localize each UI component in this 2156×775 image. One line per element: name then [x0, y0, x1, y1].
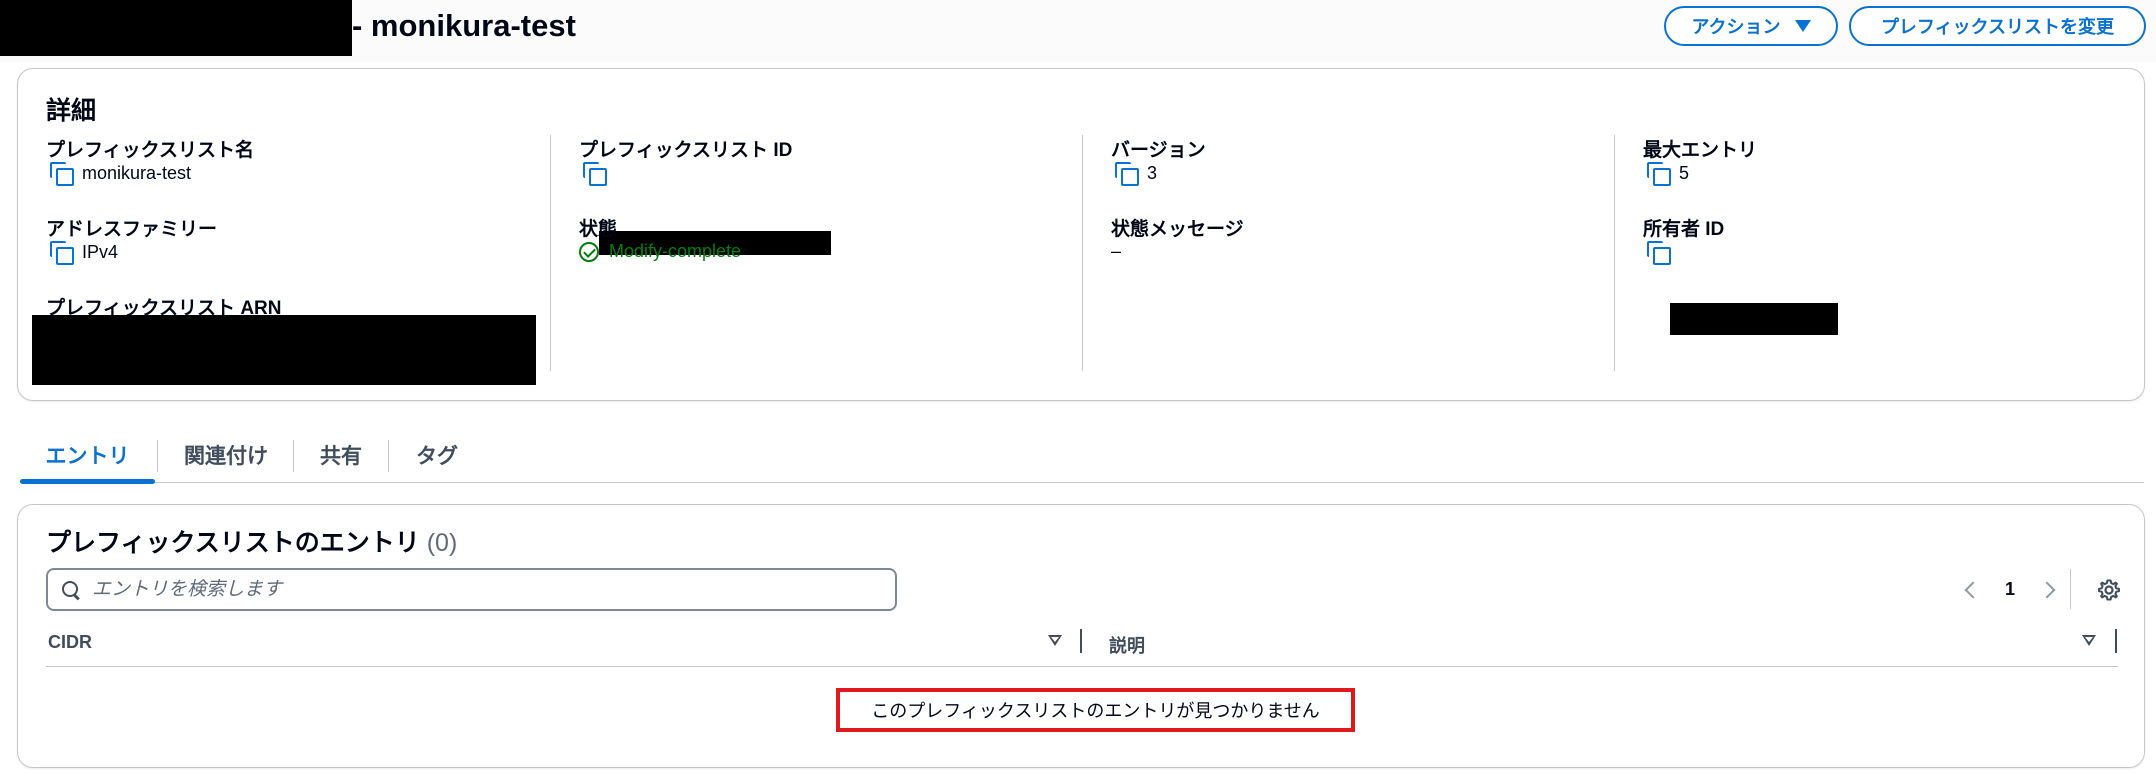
copy-icon[interactable]	[1115, 162, 1139, 186]
copy-icon[interactable]	[50, 162, 74, 186]
tab-entries[interactable]: エントリ	[20, 428, 155, 484]
caret-down-icon	[1794, 20, 1811, 32]
tab-tags[interactable]: タグ	[389, 428, 485, 482]
page-number[interactable]: 1	[2005, 579, 2015, 600]
details-column-1: プレフィックスリスト名 monikura-test アドレスファミリー IPv4…	[32, 135, 550, 385]
redacted-owner-id	[1670, 303, 1838, 335]
address-family-label: アドレスファミリー	[46, 219, 218, 240]
state-message-label: 状態メッセージ	[1111, 219, 1244, 240]
column-header-description[interactable]: 説明	[1109, 632, 1145, 658]
sort-icon[interactable]	[1048, 635, 1062, 646]
table-header-divider	[46, 666, 2118, 667]
search-field[interactable]	[46, 568, 897, 611]
entries-count: (0)	[426, 529, 458, 557]
empty-entries-message: このプレフィックスリストのエントリが見つかりません	[836, 688, 1355, 732]
column-header-cidr[interactable]: CIDR	[48, 632, 92, 653]
prefix-list-name-value: monikura-test	[50, 162, 192, 186]
tab-sharing[interactable]: 共有	[294, 428, 388, 482]
details-column-3: バージョン 3 状態メッセージ –	[1082, 135, 1614, 371]
redacted-title-prefix	[0, 0, 352, 56]
actions-button[interactable]: アクション	[1664, 6, 1838, 46]
details-column-4: 最大エントリ 5 所有者 ID	[1614, 135, 2134, 371]
details-container: 詳細 プレフィックスリスト名 monikura-test アドレスファミリー I…	[17, 68, 2145, 401]
entries-heading-text: プレフィックスリストのエントリ	[46, 529, 420, 557]
owner-id-value	[1647, 241, 1671, 265]
prefix-list-id-value	[583, 162, 607, 186]
chevron-left-icon[interactable]	[1964, 581, 1982, 598]
search-icon	[62, 580, 80, 599]
column-resizer[interactable]	[2115, 629, 2117, 653]
details-heading: 詳細	[46, 97, 97, 125]
search-input[interactable]	[92, 578, 852, 601]
tab-bar: エントリ 関連付け 共有 タグ	[20, 428, 2144, 484]
entries-container: プレフィックスリストのエントリ (0) 1 CIDR 説明 このプレフィックスリ…	[17, 504, 2145, 768]
gear-icon[interactable]	[2097, 578, 2121, 602]
max-entries-value: 5	[1647, 162, 1690, 186]
copy-icon[interactable]	[583, 162, 607, 186]
page-title: - monikura-test	[352, 8, 576, 43]
state-text: Modify-complete	[609, 241, 742, 261]
entries-heading: プレフィックスリストのエントリ (0)	[46, 523, 457, 559]
copy-icon[interactable]	[1647, 162, 1671, 186]
copy-icon[interactable]	[1647, 241, 1671, 265]
modify-button-label: プレフィックスリストを変更	[1880, 17, 2115, 37]
chevron-right-icon[interactable]	[2038, 581, 2056, 598]
redacted-arn-value	[32, 315, 536, 385]
pagination: 1	[1964, 568, 2056, 611]
address-family-text: IPv4	[82, 241, 119, 262]
prefix-list-name-text: monikura-test	[82, 162, 192, 183]
version-value: 3	[1115, 162, 1158, 186]
copy-icon[interactable]	[50, 241, 74, 265]
max-entries-text: 5	[1679, 162, 1690, 183]
prefix-list-name-label: プレフィックスリスト名	[46, 140, 255, 161]
details-column-2: プレフィックスリスト ID 状態 Modify-complete	[550, 135, 1082, 371]
state-message-value: –	[1111, 241, 1122, 261]
version-text: 3	[1147, 162, 1158, 183]
state-label: 状態	[579, 219, 618, 240]
owner-id-label: 所有者 ID	[1643, 219, 1725, 240]
tab-associations[interactable]: 関連付け	[158, 428, 294, 482]
settings-divider	[2070, 569, 2071, 609]
actions-button-label: アクション	[1691, 17, 1781, 37]
sort-icon[interactable]	[2082, 635, 2096, 646]
address-family-value: IPv4	[50, 241, 119, 265]
check-circle-icon	[579, 241, 599, 262]
prefix-list-id-label: プレフィックスリスト ID	[579, 140, 793, 161]
column-resizer[interactable]	[1080, 629, 1082, 653]
page-header: - monikura-test アクション プレフィックスリストを変更	[0, 0, 2156, 62]
version-label: バージョン	[1111, 140, 1206, 161]
modify-prefix-list-button[interactable]: プレフィックスリストを変更	[1849, 6, 2146, 46]
max-entries-label: 最大エントリ	[1643, 140, 1758, 161]
state-value: Modify-complete	[579, 241, 741, 262]
